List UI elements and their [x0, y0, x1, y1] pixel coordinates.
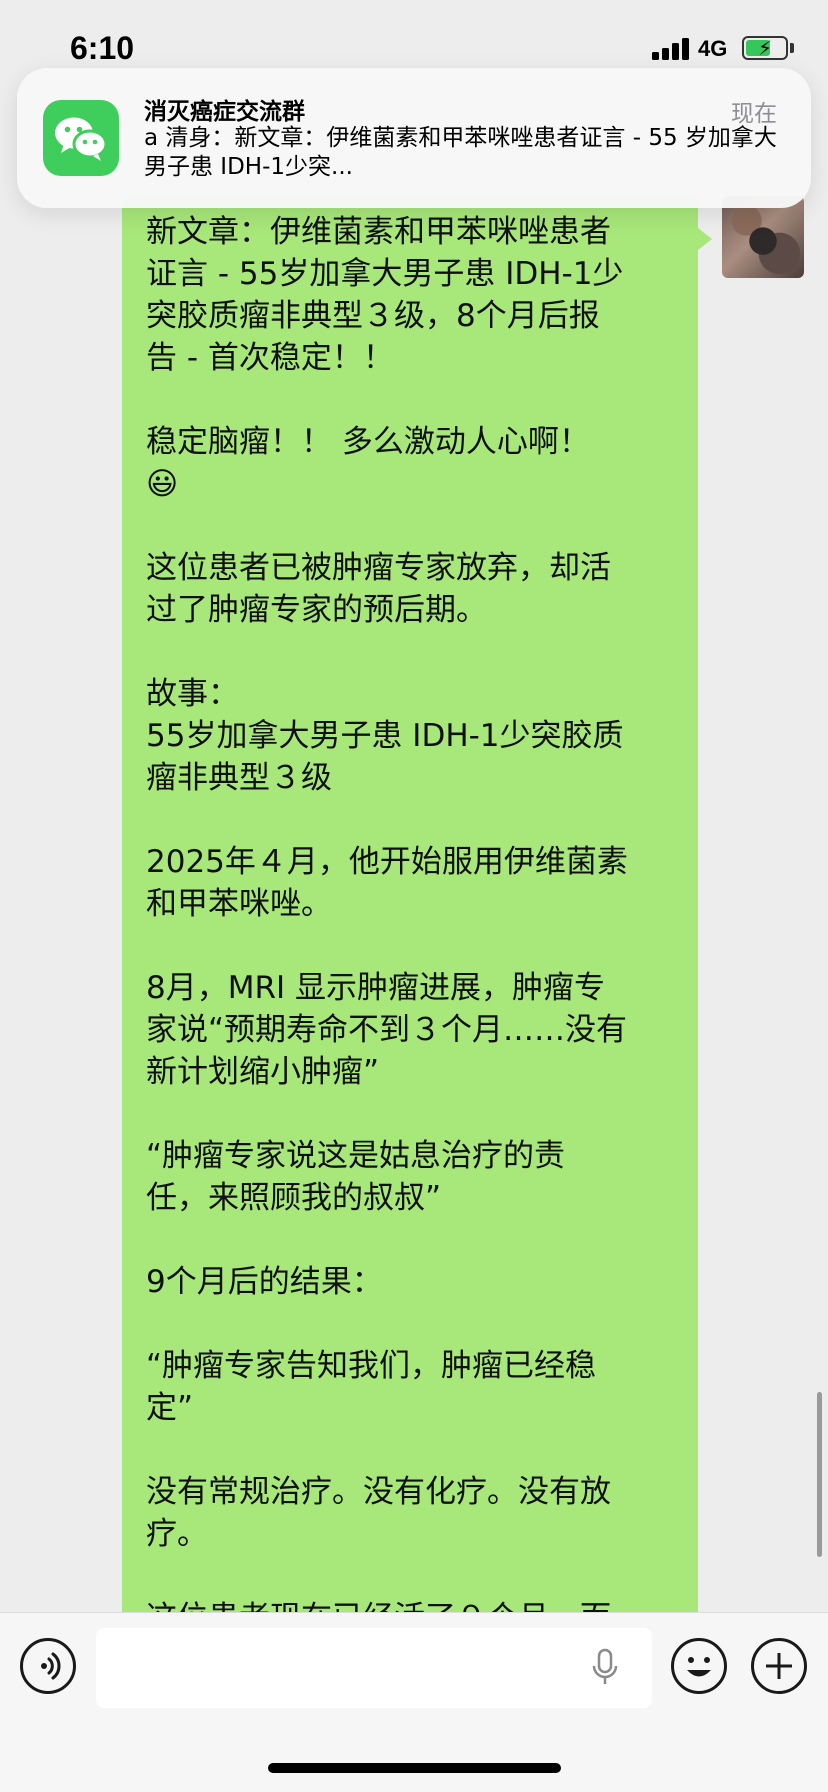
message-line: 这位患者已被肿瘤专家放弃，却活 [146, 550, 611, 586]
message-line: 新文章：伊维菌素和甲苯咪唑患者 [146, 214, 611, 250]
message-line [146, 379, 686, 421]
home-indicator [268, 1763, 561, 1773]
emoji-icon [687, 1657, 711, 1677]
wechat-chat-screen: 新文章：伊维菌素和甲苯咪唑患者 证言 - 55岁加拿大男子患 IDH-1少 突胶质瘤… [0, 0, 828, 1792]
message-line: 疗。 [146, 1516, 208, 1552]
message-line [146, 925, 686, 967]
message-line [146, 1429, 686, 1471]
mic-icon[interactable] [590, 1648, 620, 1688]
message-bubble[interactable]: 新文章：伊维菌素和甲苯咪唑患者 证言 - 55岁加拿大男子患 IDH-1少 突胶质瘤… [122, 195, 698, 1625]
plus-icon [766, 1653, 792, 1679]
message-line: 没有常规治疗。没有化疗。没有放 [146, 1474, 611, 1510]
notification-title: 消灭癌症交流群 [144, 99, 305, 125]
notification-banner[interactable]: 消灭癌症交流群 现在 a 清身：新文章：伊维菌素和甲苯咪唑患者证言 - 55 岁… [17, 68, 811, 208]
message-line: 任，来照顾我的叔叔” [146, 1180, 442, 1216]
message-line: “肿瘤专家告知我们，肿瘤已经稳 [146, 1348, 597, 1384]
bubble-tail [698, 228, 712, 250]
status-time: 6:10 [70, 30, 135, 66]
wechat-icon [43, 100, 119, 176]
sender-avatar[interactable] [722, 196, 804, 278]
message-line: 和甲苯咪唑。 [146, 886, 332, 922]
message-line: 😃 [146, 466, 179, 502]
message-text: 新文章：伊维菌素和甲苯咪唑患者 证言 - 55岁加拿大男子患 IDH-1少 突胶质瘤… [146, 211, 686, 1625]
message-line: 9个月后的结果： [146, 1264, 383, 1300]
message-line: 突胶质瘤非典型３级，8个月后报 [146, 298, 600, 334]
scrollbar[interactable] [817, 1392, 822, 1557]
message-line: 55岁加拿大男子患 IDH-1少突胶质 [146, 718, 624, 754]
battery-tip [790, 43, 794, 53]
emoji-button[interactable] [671, 1638, 727, 1694]
message-line: 家说“预期寿命不到３个月……没有 [146, 1012, 628, 1048]
notification-time: 现在 [731, 101, 777, 127]
message-line: 证言 - 55岁加拿大男子患 IDH-1少 [146, 256, 624, 292]
message-line: 稳定脑瘤！！ 多么激动人心啊！ [146, 424, 590, 460]
message-line [146, 1303, 686, 1345]
message-line: 告 - 首次稳定！！ [146, 340, 394, 376]
message-line: 新计划缩小肿瘤” [146, 1054, 380, 1090]
message-line: 2025年４月，他开始服用伊维菌素 [146, 844, 628, 880]
message-line [146, 1219, 686, 1261]
message-line: 瘤非典型３级 [146, 760, 332, 796]
message-line [146, 1093, 686, 1135]
voice-mode-button[interactable] [20, 1638, 76, 1694]
signal-icon [652, 36, 692, 60]
message-line [146, 1555, 686, 1597]
message-line [146, 505, 686, 547]
message-line [146, 799, 686, 841]
message-line: 过了肿瘤专家的预后期。 [146, 592, 487, 628]
more-button[interactable] [751, 1638, 807, 1694]
battery-icon: ⚡ [742, 36, 788, 60]
message-line: 8月，MRI 显示肿瘤进展，肿瘤专 [146, 970, 606, 1006]
voice-icon [41, 1652, 61, 1680]
message-line: 故事： [146, 676, 239, 712]
message-line: 定” [146, 1390, 194, 1426]
message-line: “肿瘤专家说这是姑息治疗的责 [146, 1138, 566, 1174]
network-label: 4G [698, 36, 728, 61]
message-input[interactable] [96, 1628, 652, 1708]
notification-body: a 清身：新文章：伊维菌素和甲苯咪唑患者证言 - 55 岁加拿大男子患 IDH-… [144, 125, 777, 180]
message-line [146, 631, 686, 673]
